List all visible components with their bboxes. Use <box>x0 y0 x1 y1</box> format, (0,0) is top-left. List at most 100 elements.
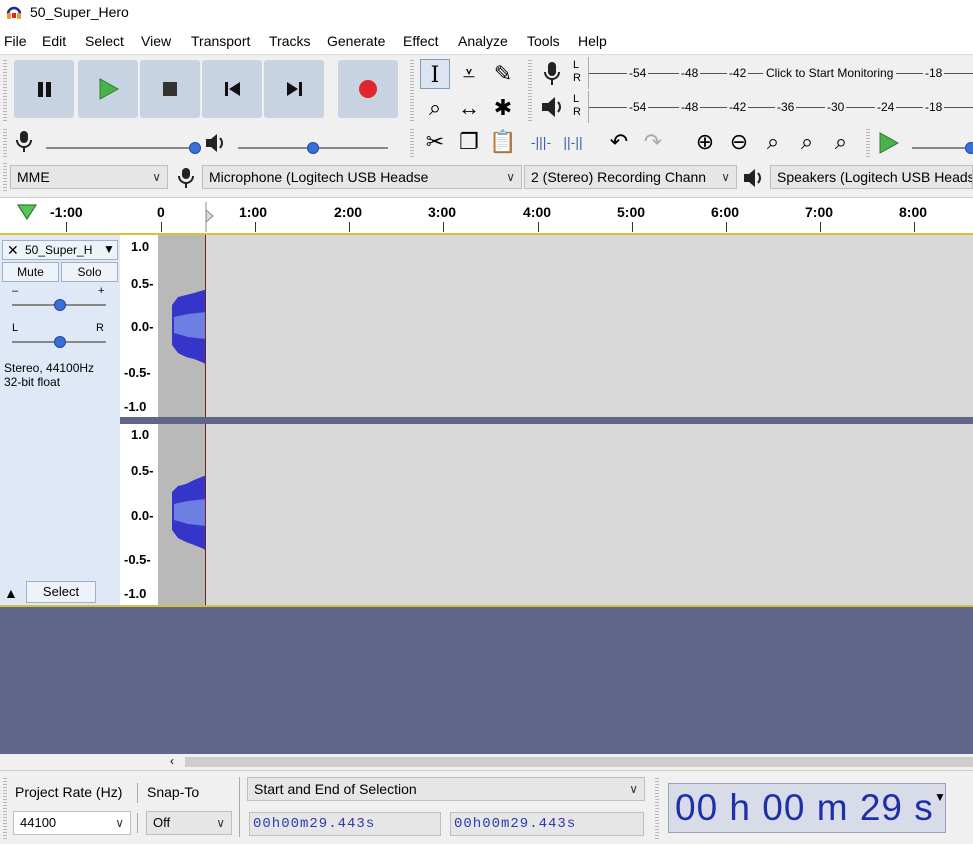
playback-volume-knob[interactable] <box>307 142 319 154</box>
silence-icon: ||-|| <box>563 134 583 150</box>
horizontal-scrollbar[interactable]: ‹ <box>0 754 973 770</box>
play-at-speed-icon[interactable] <box>876 131 902 155</box>
menu-tracks[interactable]: Tracks <box>269 33 310 49</box>
menu-edit[interactable]: Edit <box>42 33 66 49</box>
menu-select[interactable]: Select <box>85 33 124 49</box>
skip-to-end-button[interactable] <box>264 60 324 118</box>
track-control-panel: ✕ 50_Super_H ▼ Mute Solo – + L R Stereo,… <box>0 235 121 605</box>
trim-audio-button[interactable]: -|||- <box>526 127 556 157</box>
cut-button[interactable]: ✂ <box>420 127 450 157</box>
menu-tools[interactable]: Tools <box>527 33 560 49</box>
play-button[interactable] <box>78 60 138 118</box>
select-track-button[interactable]: Select <box>26 581 96 603</box>
audio-host-dropdown[interactable]: MME ∨ <box>10 165 168 189</box>
envelope-tool[interactable]: ⩡ <box>454 59 484 89</box>
gain-knob[interactable] <box>54 299 66 311</box>
zoom-in-button[interactable]: ⊕ <box>690 127 720 157</box>
title-bar: 50_Super_Hero <box>0 0 973 28</box>
mute-button[interactable]: Mute <box>2 262 59 282</box>
menu-bar: File Edit Select View Transport Tracks G… <box>0 30 973 52</box>
stop-button[interactable] <box>140 60 200 118</box>
record-meter[interactable]: -54 -48 -42 Click to Start Monitoring -1… <box>588 57 973 89</box>
copy-button[interactable]: ❐ <box>454 127 484 157</box>
toolbar-grip[interactable] <box>3 163 7 191</box>
playback-meter[interactable]: -54 -48 -42 -36 -30 -24 -18 <box>588 91 973 123</box>
track-name-bar[interactable]: ✕ 50_Super_H ▼ <box>2 240 118 260</box>
scissors-icon: ✂ <box>425 129 445 154</box>
scrollbar-thumb[interactable] <box>185 757 973 767</box>
edit-cursor <box>205 235 206 417</box>
recording-channels-dropdown[interactable]: 2 (Stereo) Recording Chann ∨ <box>524 165 737 189</box>
play-speed-knob[interactable] <box>965 142 973 154</box>
microphone-icon[interactable] <box>540 60 564 88</box>
menu-file[interactable]: File <box>4 33 27 49</box>
recording-volume-slider[interactable] <box>46 147 196 149</box>
play-icon <box>99 78 120 100</box>
toolbar-grip[interactable] <box>410 127 414 157</box>
project-rate-dropdown[interactable]: 44100 ∨ <box>13 811 131 835</box>
solo-button[interactable]: Solo <box>61 262 118 282</box>
zoom-toggle-button[interactable]: ⌕ <box>826 127 856 157</box>
play-speed-slider[interactable] <box>912 147 973 149</box>
silence-audio-button[interactable]: ||-|| <box>558 127 588 157</box>
selection-tool[interactable]: I <box>420 59 450 89</box>
menu-help[interactable]: Help <box>578 33 607 49</box>
selection-mode-dropdown[interactable]: Start and End of Selection ∨ <box>247 777 645 801</box>
time-shift-tool[interactable]: ↔ <box>454 93 484 123</box>
toolbar-grip[interactable] <box>655 777 659 839</box>
draw-tool[interactable]: ✎ <box>488 59 518 89</box>
audio-position-display[interactable]: 00 h 00 m 29 s <box>668 783 946 833</box>
track-menu-arrow-icon[interactable]: ▼ <box>103 242 115 256</box>
recording-device-dropdown[interactable]: Microphone (Logitech USB Headse ∨ <box>202 165 522 189</box>
time-shift-icon: ↔ <box>458 95 480 120</box>
toolbar-grip[interactable] <box>3 127 7 157</box>
envelope-icon: ⩡ <box>462 61 476 86</box>
toolbar-grip[interactable] <box>3 777 7 839</box>
menu-view[interactable]: View <box>141 33 171 49</box>
pan-knob[interactable] <box>54 336 66 348</box>
right-channel-waveform[interactable] <box>158 424 973 605</box>
speaker-icon[interactable] <box>538 93 568 121</box>
ruler-label: 8:00 <box>899 204 928 220</box>
click-to-start-monitoring[interactable]: Click to Start Monitoring <box>763 66 897 80</box>
menu-effect[interactable]: Effect <box>403 33 439 49</box>
paste-button[interactable]: 📋 <box>488 127 518 157</box>
pinned-play-head-icon[interactable] <box>16 203 38 221</box>
meter-tick: -18 <box>923 100 945 114</box>
scroll-left-icon[interactable]: ‹ <box>170 754 174 768</box>
menu-analyze[interactable]: Analyze <box>458 33 508 49</box>
fit-project-button[interactable]: ⌕ <box>792 127 822 157</box>
toolbar-grip[interactable] <box>866 127 870 157</box>
track-sample-format: 32-bit float <box>4 375 61 389</box>
recording-volume-knob[interactable] <box>189 142 201 154</box>
toolbar-grip[interactable] <box>3 59 7 121</box>
project-rate-label: Project Rate (Hz) <box>15 784 123 800</box>
skip-to-start-button[interactable] <box>202 60 262 118</box>
ruler-label: -1:00 <box>50 204 83 220</box>
fit-selection-button[interactable]: ⌕ <box>758 127 788 157</box>
timeline-ruler[interactable]: -1:00 0 1:00 2:00 3:00 4:00 5:00 6:00 7:… <box>0 197 973 234</box>
snap-to-dropdown[interactable]: Off ∨ <box>146 811 232 835</box>
magnifier-icon: ⌕ <box>428 95 442 120</box>
close-track-icon[interactable]: ✕ <box>7 242 19 259</box>
multi-tool[interactable]: ✱ <box>488 93 518 123</box>
undo-button[interactable]: ↶ <box>604 127 634 157</box>
playback-device-dropdown[interactable]: Speakers (Logitech USB Heads <box>770 165 973 189</box>
record-button[interactable] <box>338 60 398 118</box>
selection-start-time[interactable]: 00h00m29.443s <box>249 812 441 836</box>
redo-button[interactable]: ↷ <box>638 127 668 157</box>
zoom-out-button[interactable]: ⊖ <box>724 127 754 157</box>
selection-end-time[interactable]: 00h00m29.443s <box>450 812 644 836</box>
collapse-track-icon[interactable]: ▲ <box>4 585 18 601</box>
empty-track-area[interactable] <box>0 607 973 754</box>
left-channel-waveform[interactable] <box>158 235 973 417</box>
menu-generate[interactable]: Generate <box>327 33 385 49</box>
toolbar-grip[interactable] <box>528 59 532 121</box>
menu-transport[interactable]: Transport <box>191 33 250 49</box>
zoom-tool[interactable]: ⌕ <box>420 93 450 123</box>
toolbar-grip[interactable] <box>410 59 414 121</box>
chevron-down-icon: ∨ <box>506 170 515 184</box>
pause-button[interactable] <box>14 60 74 118</box>
time-format-menu-icon[interactable]: ▼ <box>934 790 946 804</box>
track-name[interactable]: 50_Super_H <box>25 243 92 257</box>
